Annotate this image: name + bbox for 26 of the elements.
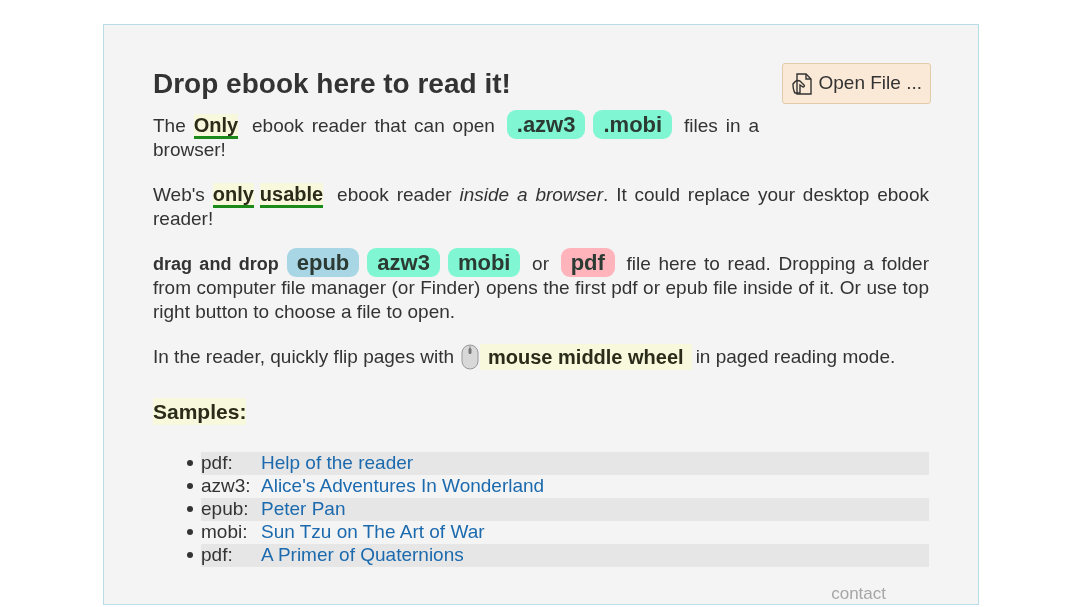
paragraph: The Only ebook reader that can open .azw3 .mobi files in a browser!: [153, 113, 759, 162]
sample-link[interactable]: Peter Pan: [261, 498, 346, 520]
sample-link[interactable]: Alice's Adventures In Wonderland: [261, 475, 545, 497]
mouse-icon: [460, 344, 480, 370]
highlighted-text: mouse middle wheel: [480, 344, 692, 370]
paragraph: drag and drop epub azw3 mobi or pdf file here to read. Dropping a folder from computer file manager (or Finder) opens the first pdf or epub file inside of it. Or use top right button to choose a file to open.: [153, 251, 929, 324]
bullet-icon: [187, 529, 193, 535]
format-label: pdf:: [201, 544, 234, 566]
bullet-icon: [187, 506, 193, 512]
format-label: mobi:: [201, 521, 249, 543]
hand-document-icon: [790, 71, 813, 96]
bullet-icon: [187, 483, 193, 489]
paragraph: Web's only usable ebook reader inside a browser. It could replace your desktop ebook reader!: [153, 182, 929, 231]
format-label: epub:: [201, 498, 250, 520]
format-label: azw3:: [201, 475, 252, 497]
open-file-button[interactable]: Open File ...: [781, 63, 931, 104]
section-heading: Samples:: [153, 398, 247, 425]
page-heading: Drop ebook here to read it!: [153, 67, 511, 101]
bullet-icon: [187, 460, 193, 466]
bullet-icon: [187, 552, 193, 558]
instruction-text: In the reader, quickly flip pages with: [153, 345, 454, 369]
sample-link[interactable]: Help of the reader: [261, 452, 414, 474]
sample-link[interactable]: Sun Tzu on The Art of War: [261, 521, 485, 543]
format-label: pdf:: [201, 452, 234, 474]
sample-link[interactable]: A Primer of Quaternions: [261, 544, 464, 566]
instruction-text: in paged reading mode.: [695, 345, 896, 369]
